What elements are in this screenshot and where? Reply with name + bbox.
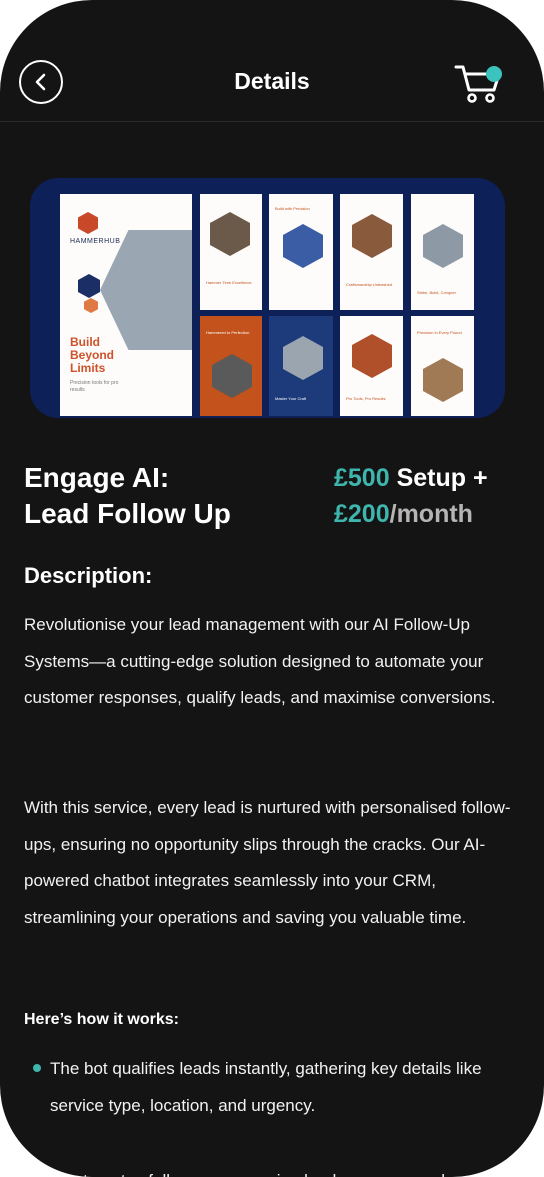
photo-hexagon (283, 224, 323, 268)
monthly-label: /month (389, 500, 473, 528)
product-title-line2: Lead Follow Up (24, 498, 231, 529)
photo-hexagon (352, 214, 392, 258)
poster-6: Master Your Craft (269, 316, 333, 416)
helmet-photo (100, 230, 192, 350)
poster-8-caption: Precision in Every Pound (417, 330, 462, 335)
cart-badge (486, 66, 502, 82)
poster-2: Build with Precision (269, 194, 333, 310)
screen: Details HAMMERHUB Build Beyond Limits Pr… (0, 0, 544, 1177)
product-title-line1: Engage AI: (24, 462, 170, 493)
top-bar: Details (0, 0, 544, 122)
list-item: The bot qualifies leads instantly, gathe… (50, 1059, 482, 1115)
poster-1-caption: Hammer Time Excellence (206, 280, 252, 285)
poster-4-caption: Strike, Build, Conquer (417, 290, 456, 295)
list-item: It automates follow-ups, ensuring leads … (50, 1162, 520, 1177)
hexagon-decoration (84, 298, 98, 313)
poster-main: HAMMERHUB Build Beyond Limits Precision … (60, 194, 192, 416)
photo-hexagon (212, 354, 252, 398)
poster-4: Strike, Build, Conquer (411, 194, 474, 310)
poster-5-caption: Hammered to Perfection (206, 330, 250, 335)
poster-3-caption: Craftsmanship Unleashed (346, 282, 393, 287)
poster-8: Precision in Every Pound (411, 316, 474, 416)
poster-2-caption: Build with Precision (275, 206, 310, 211)
description-paragraph-1: Revolutionise your lead management with … (24, 615, 496, 708)
poster-6-caption: Master Your Craft (275, 396, 307, 401)
poster-5: Hammered to Perfection (200, 316, 262, 416)
product-price: £500 Setup + £200/month (334, 460, 488, 532)
how-it-works-heading: Here’s how it works: (24, 1011, 179, 1028)
poster-1: Hammer Time Excellence (200, 194, 262, 310)
brand-name: HAMMERHUB (70, 238, 121, 245)
photo-hexagon (423, 224, 463, 268)
monthly-price: £200 (334, 500, 390, 528)
photo-hexagon (423, 358, 463, 402)
poster-subline: Precision tools for pro results (70, 380, 119, 393)
setup-price: £500 (334, 464, 390, 492)
poster-3: Craftsmanship Unleashed (340, 194, 403, 310)
description-paragraph-2: With this service, every lead is nurture… (24, 798, 511, 927)
setup-label: Setup + (389, 464, 488, 492)
bullet-dot (33, 1064, 41, 1072)
poster-7-caption: Pro Tools, Pro Results (346, 396, 386, 401)
hammerhub-logo (78, 212, 98, 234)
description-heading: Description: (24, 563, 153, 588)
photo-hexagon (283, 336, 323, 380)
poster-7: Pro Tools, Pro Results (340, 316, 403, 416)
hexagon-decoration (78, 274, 100, 298)
product-title: Engage AI: Lead Follow Up (24, 460, 231, 532)
poster-headline: Build Beyond Limits (70, 335, 115, 375)
product-image: HAMMERHUB Build Beyond Limits Precision … (30, 178, 505, 418)
photo-hexagon (352, 334, 392, 378)
photo-hexagon (210, 212, 250, 256)
